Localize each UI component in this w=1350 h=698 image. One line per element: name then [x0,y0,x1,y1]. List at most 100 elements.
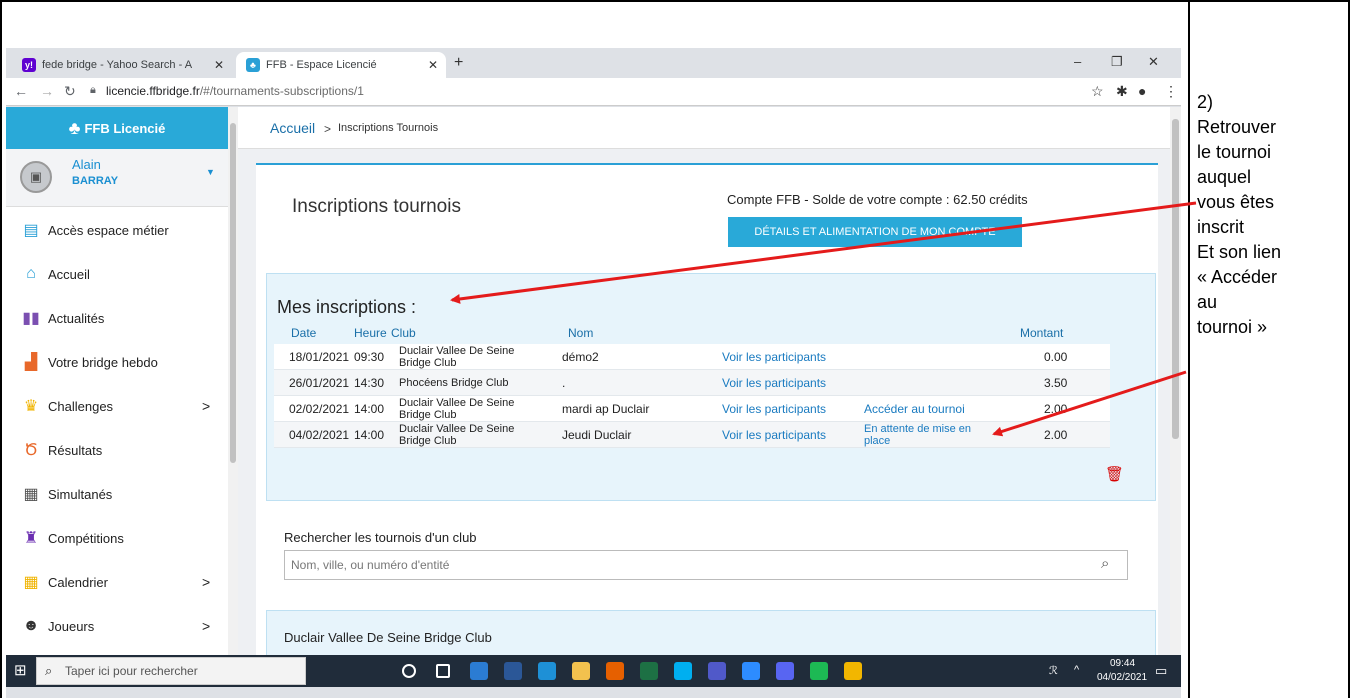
row-participants-link[interactable]: Voir les participants [722,344,826,370]
edge-icon[interactable] [538,662,556,680]
back-arrow-icon[interactable]: ← [14,83,28,99]
chevron-right-icon[interactable]: > [202,618,210,634]
chevron-right-icon[interactable]: > [202,398,210,414]
row-participants-link[interactable]: Voir les participants [722,396,826,422]
annotation-line: Retrouver [1197,117,1277,137]
user-panel[interactable]: ▣ Alain BARRAY ▼ [6,149,228,207]
sidebar-item-label: Simultanés [48,486,113,502]
sidebar-scrollbar[interactable] [228,107,238,687]
lock-icon[interactable]: 🔒︎ [90,84,96,97]
forward-arrow-icon[interactable]: → [40,83,54,99]
task-view-icon[interactable] [436,664,450,678]
scrollbar-thumb[interactable] [1172,119,1179,439]
user-first-name: Alain [72,157,101,172]
row-time: 14:00 [354,402,385,416]
column-header-time: Heure [354,326,387,340]
row-name: Jeudi Duclair [562,428,632,442]
row-action-link[interactable] [864,370,994,396]
explorer-icon[interactable] [572,662,590,680]
zoom-icon[interactable] [742,662,760,680]
tab-label: FFB - Espace Licencié [266,59,377,71]
restore-button[interactable]: ❐ [1111,54,1123,70]
row-participants-link[interactable]: Voir les participants [722,422,826,448]
menu-kebab-icon[interactable]: ⋮ [1164,83,1178,100]
spotify-icon[interactable] [810,662,828,680]
sidebar-item-label: Accueil [48,266,90,282]
frame-top-line [0,0,1350,2]
close-tab-icon[interactable]: ✕ [428,58,438,72]
sidebar-item-1[interactable]: ⌂ Accueil [6,252,228,296]
taskbar-time[interactable]: 09:44 [1110,658,1135,669]
search-icon[interactable]: ⌕ [1101,555,1109,572]
sidebar-item-9[interactable]: ☻ Joueurs > [6,604,228,648]
sidebar-item-4[interactable]: ♛ Challenges > [6,384,228,428]
breadcrumb: Accueil > Inscriptions Tournois [238,107,1170,149]
book-icon: ▮▮ [22,310,40,327]
table-row: 02/02/2021 14:00 Duclair Vallee De Seine B… [274,396,1110,422]
teams-icon[interactable] [708,662,726,680]
tab-yahoo-search[interactable]: y! fede bridge - Yahoo Search - Actu ✕ [12,52,232,78]
sidebar-item-2[interactable]: ▮▮ Actualités [6,296,228,340]
discord-icon[interactable] [776,662,794,680]
annotation-note: 2) Retrouver le tournoi auquel vous êtes insc… [1197,90,1347,340]
sidebar-item-label: Résultats [48,442,103,458]
url-field[interactable]: licencie.ffbridge.fr/#/tournaments-subsc… [106,84,364,98]
taskbar-date[interactable]: 04/02/2021 [1097,672,1147,683]
chevron-right-icon[interactable]: > [202,574,210,590]
excel-icon[interactable] [640,662,658,680]
breadcrumb-home-link[interactable]: Accueil [270,120,315,136]
sidebar-item-7[interactable]: ♜ Compétitions [6,516,228,560]
chrome-icon[interactable] [844,662,862,680]
sidebar-item-3[interactable]: ▟ Votre bridge hebdo [6,340,228,384]
ffb-favicon-icon: ♣ [246,58,260,72]
yahoo-favicon-icon: y! [22,58,36,72]
notification-icon[interactable]: ▭ [1155,663,1167,679]
row-name: démo2 [562,350,599,364]
reload-icon[interactable]: ↻ [64,83,76,100]
minimize-button[interactable]: – [1074,54,1081,69]
sidebar-item-label: Challenges [48,398,114,414]
bookmark-star-icon[interactable]: ☆ [1091,83,1104,100]
close-tab-icon[interactable]: ✕ [214,58,224,72]
extensions-puzzle-icon[interactable]: ✱ [1116,83,1128,100]
close-window-button[interactable]: ✕ [1148,54,1159,70]
brand-logo[interactable]: ♣ FFB Licencié [6,107,228,149]
app-blue-icon[interactable] [470,662,488,680]
grid-icon: ▦ [23,486,39,503]
annotation-line: auquel [1197,167,1252,187]
row-amount: 3.50 [1044,376,1068,390]
account-details-button[interactable]: DÉTAILS ET ALIMENTATION DE MON COMPTE [728,217,1022,247]
club-search-input[interactable] [285,551,1085,579]
taskbar-search[interactable]: ⌕ Taper ici pour rechercher [36,657,306,685]
sidebar-item-0[interactable]: ▤ Accès espace métier [6,208,228,252]
sidebar-item-8[interactable]: ▦ Calendrier > [6,560,228,604]
cortana-icon[interactable] [402,664,416,678]
results-icon: Ծ [24,442,38,459]
row-action-link[interactable] [864,344,994,370]
caret-down-icon[interactable]: ▼ [206,167,215,177]
row-participants-link[interactable]: Voir les participants [722,370,826,396]
tab-ffb-espace[interactable]: ♣ FFB - Espace Licencié ✕ [236,52,446,78]
sidebar-item-5[interactable]: Ծ Résultats [6,428,228,472]
row-action-link[interactable]: Accéder au tournoi [864,396,994,422]
url-path: /#/tournaments-subscriptions/1 [199,84,364,98]
sidebar-item-6[interactable]: ▦ Simultanés [6,472,228,516]
trash-icon[interactable]: 🗑︎ [1105,465,1124,483]
profile-icon[interactable]: ● [1138,83,1146,99]
people-tray-icon[interactable]: ℛ [1049,664,1058,677]
main-scrollbar[interactable] [1170,107,1181,687]
frame-divider-line [1188,0,1190,698]
new-tab-button[interactable]: + [454,54,463,72]
word-icon[interactable] [504,662,522,680]
row-club: Duclair Vallee De Seine Bridge Club [399,397,515,421]
firefox-icon[interactable] [606,662,624,680]
column-header-amount: Montant [1020,326,1064,340]
skype-icon[interactable] [674,662,692,680]
windows-start-icon[interactable]: ⊞ [14,661,27,679]
sidebar-item-label: Accès espace métier [48,222,169,238]
tab-bar: y! fede bridge - Yahoo Search - Actu ✕ ♣… [6,48,1181,78]
scrollbar-thumb[interactable] [230,123,236,463]
tray-chevron-icon[interactable]: ^ [1074,664,1079,676]
row-action-link[interactable]: En attente de mise en place [864,422,994,448]
person-icon: ▟ [24,354,38,371]
